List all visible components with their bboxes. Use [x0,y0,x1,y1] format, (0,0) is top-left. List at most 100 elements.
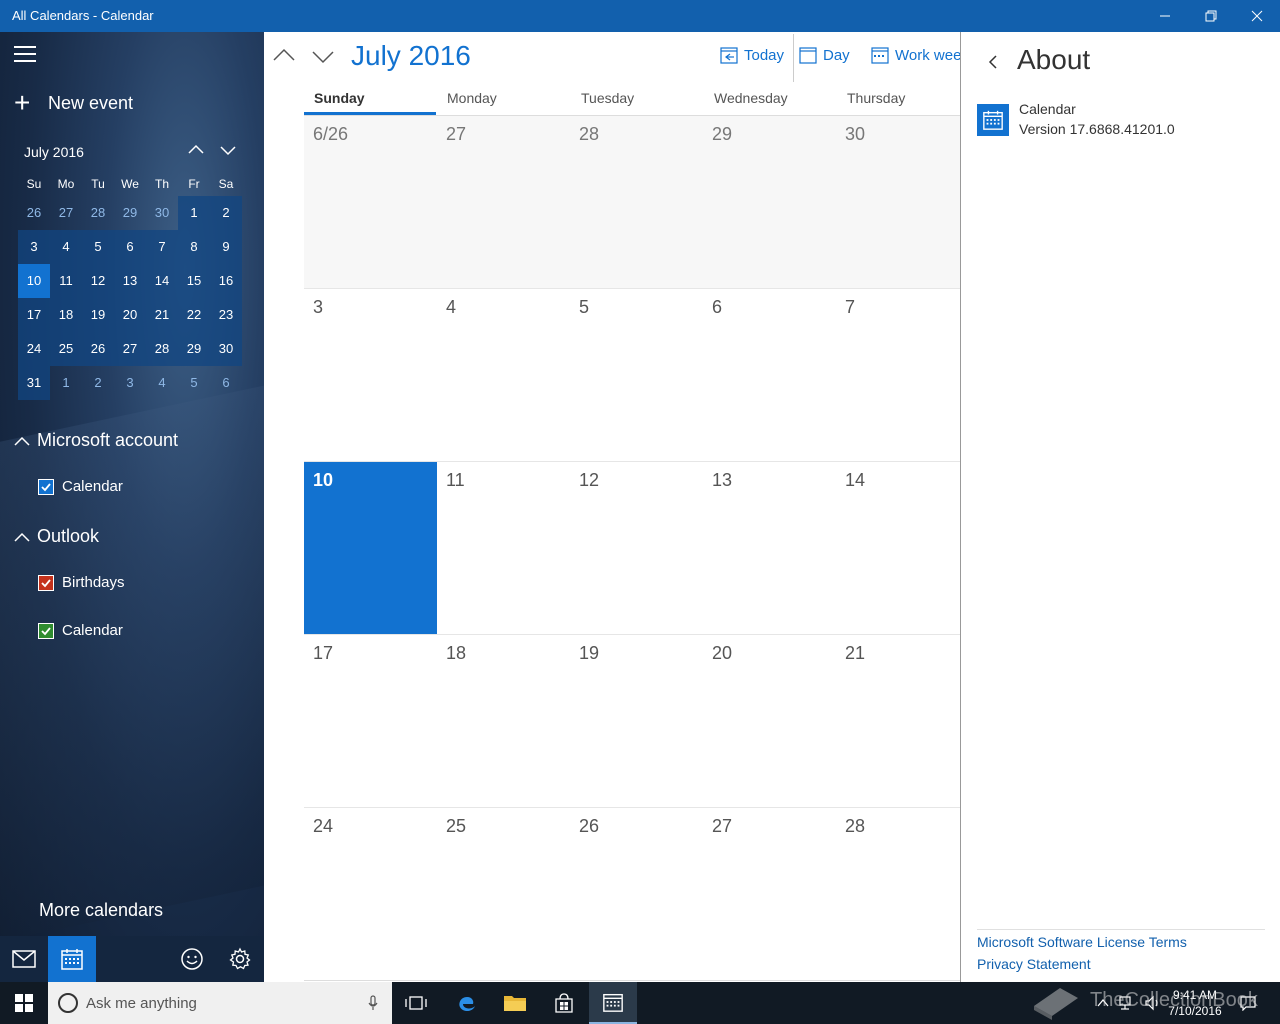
day-cell[interactable]: 5 [570,289,703,461]
day-cell[interactable]: 14 [836,462,960,634]
day-cell[interactable]: 30 [836,116,960,288]
license-terms-link[interactable]: Microsoft Software License Terms [977,934,1187,950]
day-cell[interactable]: 17 [304,635,437,807]
new-event-button[interactable]: + New event [14,89,133,117]
day-cell[interactable]: 27 [437,116,570,288]
mini-calendar-date[interactable]: 30 [146,196,178,230]
mini-calendar-date[interactable]: 27 [50,196,82,230]
mini-calendar-date[interactable]: 16 [210,264,242,298]
mini-calendar-date[interactable]: 19 [82,298,114,332]
account-header-outlook[interactable]: Outlook [14,526,99,547]
day-cell[interactable]: 10 [304,462,437,634]
day-cell[interactable]: 4 [437,289,570,461]
mini-calendar-date[interactable]: 6 [114,230,146,264]
feedback-button[interactable] [168,936,216,982]
day-cell[interactable]: 19 [570,635,703,807]
day-cell[interactable]: 28 [570,116,703,288]
mini-calendar-date[interactable]: 28 [82,196,114,230]
more-calendars-link[interactable]: More calendars [39,900,163,921]
close-button[interactable] [1234,0,1280,32]
day-cell[interactable]: 13 [703,462,836,634]
store-button[interactable] [540,982,588,1024]
day-cell[interactable]: 20 [703,635,836,807]
day-cell[interactable]: 28 [836,808,960,980]
mini-calendar-date[interactable]: 27 [114,332,146,366]
back-arrow-icon[interactable] [985,54,1001,70]
mini-calendar-next-icon[interactable] [218,140,238,160]
mini-calendar-date[interactable]: 18 [50,298,82,332]
mini-calendar-date[interactable]: 3 [18,230,50,264]
settings-button[interactable] [216,936,264,982]
previous-month-icon[interactable] [272,44,296,68]
mini-calendar-date[interactable]: 20 [114,298,146,332]
mini-calendar-date[interactable]: 2 [82,366,114,400]
mini-calendar-date[interactable]: 29 [114,196,146,230]
calendar-taskbar-button[interactable] [589,982,637,1024]
next-month-icon[interactable] [311,44,335,68]
mini-calendar-date[interactable]: 24 [18,332,50,366]
minimize-button[interactable] [1142,0,1188,32]
checkbox-checked-icon[interactable] [38,478,54,495]
calendar-toggle-calendar[interactable]: Calendar [38,622,123,639]
day-cell[interactable]: 24 [304,808,437,980]
file-explorer-button[interactable] [491,982,539,1024]
day-cell[interactable]: 3 [304,289,437,461]
start-button[interactable] [0,982,48,1024]
day-cell[interactable]: 26 [570,808,703,980]
mini-calendar-date[interactable]: 14 [146,264,178,298]
mini-calendar-date[interactable]: 6 [210,366,242,400]
microphone-icon[interactable] [368,995,378,1011]
mini-calendar-date[interactable]: 26 [18,196,50,230]
cortana-search-box[interactable]: Ask me anything [48,982,392,1024]
mini-calendar-date[interactable]: 15 [178,264,210,298]
mini-calendar-date[interactable]: 29 [178,332,210,366]
mini-calendar-date[interactable]: 9 [210,230,242,264]
day-cell[interactable]: 21 [836,635,960,807]
day-cell[interactable]: 18 [437,635,570,807]
mini-calendar-date[interactable]: 25 [50,332,82,366]
mini-calendar-date[interactable]: 8 [178,230,210,264]
mini-calendar-date[interactable]: 26 [82,332,114,366]
calendar-toggle-calendar[interactable]: Calendar [38,478,123,495]
day-cell[interactable]: 6/26 [304,116,437,288]
today-button[interactable]: Today [720,46,784,64]
day-cell[interactable]: 25 [437,808,570,980]
day-cell[interactable]: 7 [836,289,960,461]
mini-calendar-date[interactable]: 10 [18,264,50,298]
restore-button[interactable] [1188,0,1234,32]
task-view-button[interactable] [392,982,440,1024]
mini-calendar-date[interactable]: 21 [146,298,178,332]
checkbox-checked-icon[interactable] [38,574,54,591]
mail-button[interactable] [0,936,48,982]
work-week-view-button[interactable]: Work week [871,46,960,64]
mini-calendar-date[interactable]: 22 [178,298,210,332]
mini-calendar-prev-icon[interactable] [186,140,206,160]
day-cell[interactable]: 6 [703,289,836,461]
mini-calendar-date[interactable]: 1 [50,366,82,400]
mini-calendar-date[interactable]: 28 [146,332,178,366]
mini-calendar-date[interactable]: 5 [178,366,210,400]
day-cell[interactable]: 12 [570,462,703,634]
edge-browser-button[interactable] [443,982,491,1024]
mini-calendar-date[interactable]: 4 [146,366,178,400]
hamburger-menu-icon[interactable] [14,46,36,64]
day-cell[interactable]: 27 [703,808,836,980]
calendar-app-button[interactable] [48,936,96,982]
calendar-toggle-birthdays[interactable]: Birthdays [38,574,125,591]
account-header-microsoft-account[interactable]: Microsoft account [14,430,178,451]
mini-calendar-date[interactable]: 3 [114,366,146,400]
day-cell[interactable]: 11 [437,462,570,634]
mini-calendar-date[interactable]: 30 [210,332,242,366]
mini-calendar-date[interactable]: 11 [50,264,82,298]
mini-calendar-date[interactable]: 1 [178,196,210,230]
mini-calendar-date[interactable]: 12 [82,264,114,298]
mini-calendar-date[interactable]: 31 [18,366,50,400]
mini-calendar-date[interactable]: 23 [210,298,242,332]
day-view-button[interactable]: Day [799,46,850,64]
mini-calendar-date[interactable]: 17 [18,298,50,332]
mini-calendar-date[interactable]: 7 [146,230,178,264]
mini-calendar-date[interactable]: 2 [210,196,242,230]
privacy-statement-link[interactable]: Privacy Statement [977,956,1091,972]
month-title[interactable]: July 2016 [351,40,471,72]
day-cell[interactable]: 29 [703,116,836,288]
